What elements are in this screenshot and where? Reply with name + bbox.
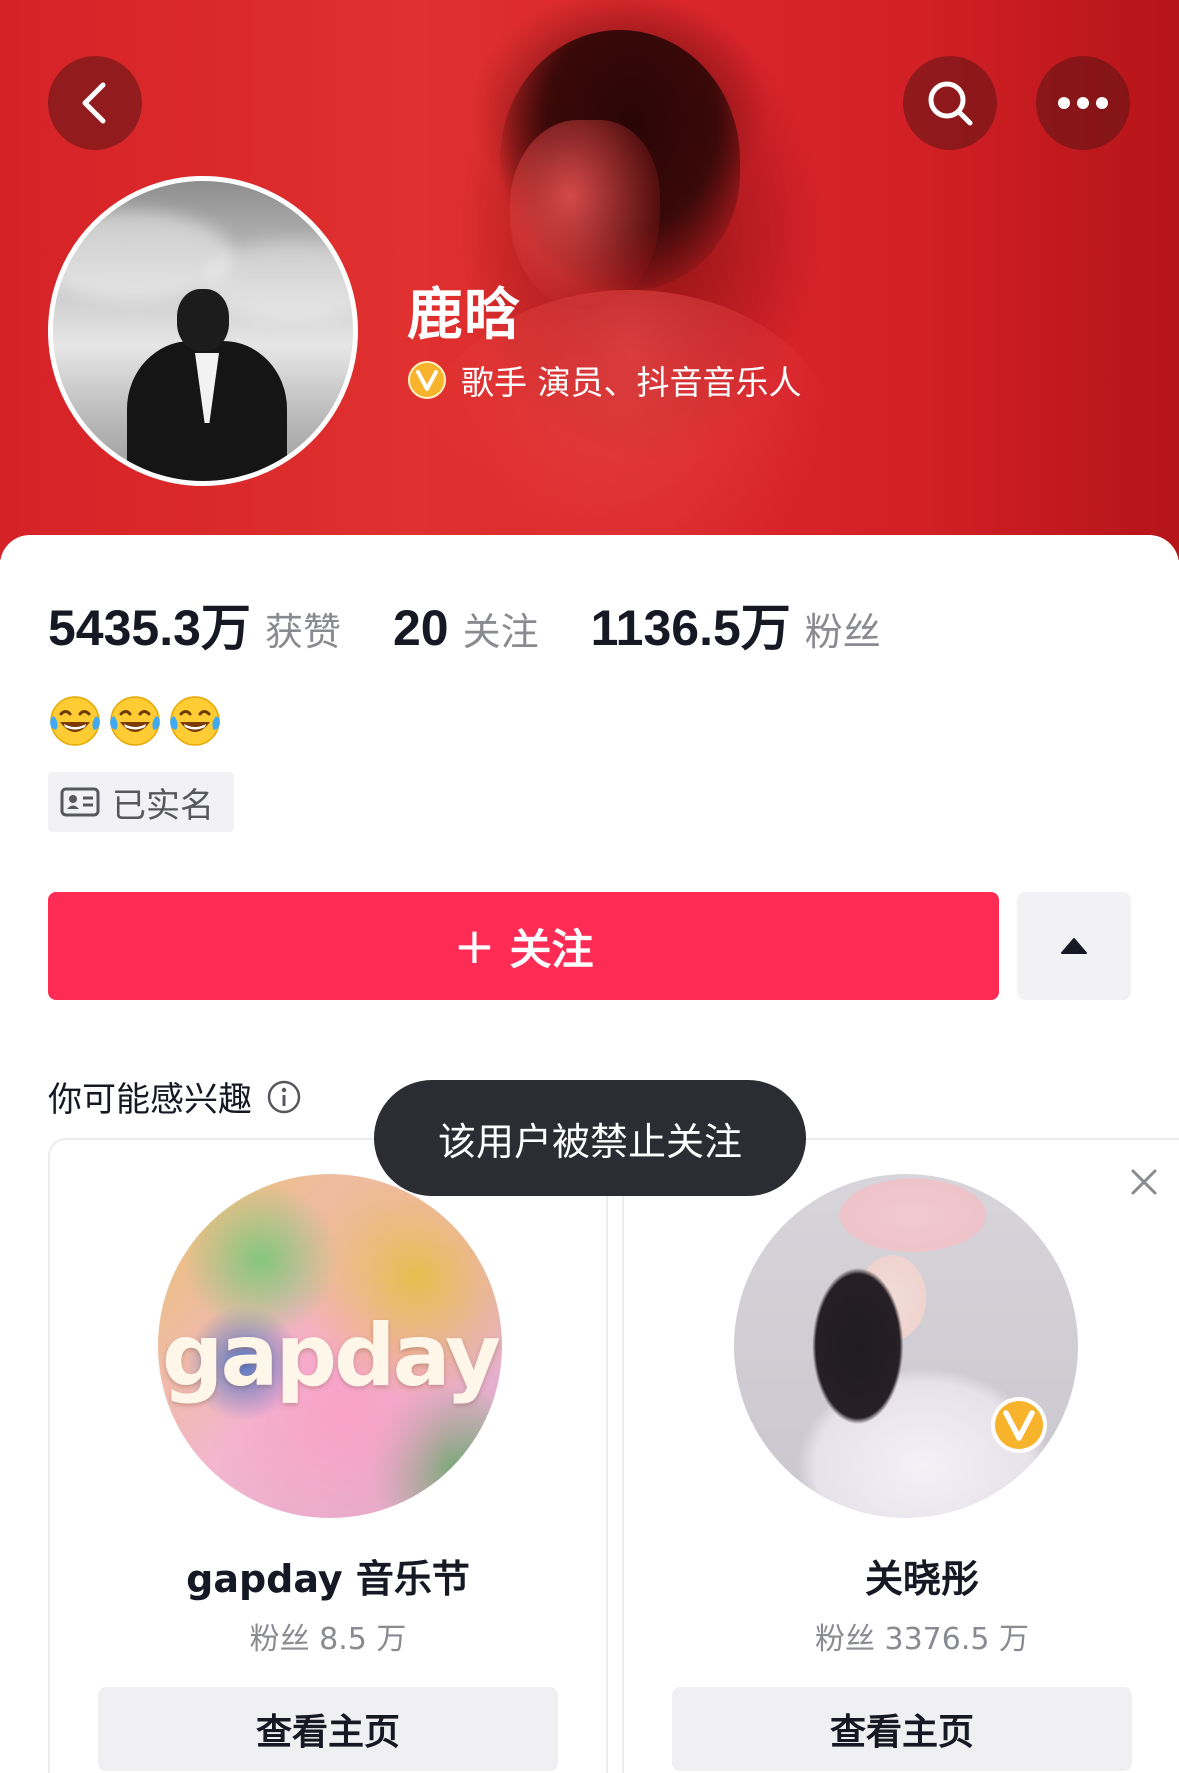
gapday-logo-text: gapday — [161, 1306, 501, 1406]
stat-value: 5435.3万 — [48, 600, 251, 656]
bio — [48, 694, 228, 748]
laughing-tears-emoji — [170, 696, 220, 746]
id-card-icon — [60, 787, 100, 817]
profile-avatar[interactable] — [48, 176, 358, 486]
suggestion-card[interactable]: 关晓彤 粉丝 3376.5 万 查看主页 — [622, 1138, 1179, 1773]
stat-value: 20 — [392, 600, 449, 656]
stat-label: 关注 — [462, 610, 539, 654]
chevron-left-icon — [82, 82, 106, 124]
suggestion-name: 关晓彤 — [864, 1557, 979, 1601]
suggestion-name: gapday 音乐节 — [186, 1557, 470, 1601]
real-name-label: 已实名 — [112, 785, 214, 826]
follow-button[interactable]: + 关注 — [48, 892, 999, 1000]
verification-text: 歌手 演员、抖音音乐人 — [461, 363, 802, 402]
laughing-tears-emoji — [50, 696, 100, 746]
stat-value: 1136.5万 — [590, 600, 791, 656]
laughing-tears-emoji — [110, 696, 160, 746]
suggestions-header: 你可能感兴趣 — [48, 1072, 302, 1121]
back-button[interactable] — [48, 56, 142, 150]
suggestion-card[interactable]: gapday gapday 音乐节 粉丝 8.5 万 查看主页 — [48, 1138, 608, 1773]
stat-likes[interactable]: 5435.3万 获赞 — [48, 588, 341, 660]
more-dots-icon — [1058, 97, 1108, 109]
more-options-button[interactable] — [1036, 56, 1130, 150]
real-name-tag: 已实名 — [48, 772, 234, 832]
profile-name: 鹿晗 — [407, 283, 521, 348]
expand-recommendations-button[interactable] — [1017, 892, 1131, 1000]
avatar-person-head — [177, 289, 229, 351]
view-profile-button[interactable]: 查看主页 — [672, 1687, 1132, 1771]
stats-row: 5435.3万 获赞 20 关注 1136.5万 粉丝 — [48, 588, 933, 660]
view-profile-button[interactable]: 查看主页 — [98, 1687, 558, 1771]
toast-message: 该用户被禁止关注 — [374, 1080, 806, 1196]
v-badge-icon — [408, 361, 446, 399]
suggestion-fans: 粉丝 3376.5 万 — [814, 1622, 1030, 1657]
stat-label: 粉丝 — [804, 610, 881, 654]
view-profile-label: 查看主页 — [255, 1712, 400, 1753]
suggestions-title: 你可能感兴趣 — [48, 1080, 252, 1120]
plus-icon: + — [453, 917, 496, 975]
v-badge-icon — [991, 1397, 1047, 1453]
triangle-up-icon — [1061, 938, 1087, 954]
info-icon[interactable] — [266, 1079, 302, 1115]
close-icon[interactable] — [1128, 1166, 1160, 1198]
banner-photo-face — [510, 120, 660, 310]
follow-label: 关注 — [509, 924, 594, 974]
toast-text: 该用户被禁止关注 — [437, 1119, 742, 1164]
search-icon — [928, 81, 973, 126]
suggestion-fans: 粉丝 8.5 万 — [249, 1622, 407, 1657]
search-button[interactable] — [903, 56, 997, 150]
view-profile-label: 查看主页 — [829, 1712, 974, 1753]
stat-followers[interactable]: 1136.5万 粉丝 — [591, 588, 881, 660]
verification-row: 歌手 演员、抖音音乐人 — [407, 356, 802, 404]
suggestion-avatar[interactable] — [734, 1174, 1078, 1518]
suggestion-avatar[interactable]: gapday — [158, 1174, 502, 1518]
stat-label: 获赞 — [264, 610, 341, 654]
stat-following[interactable]: 20 关注 — [393, 599, 539, 657]
